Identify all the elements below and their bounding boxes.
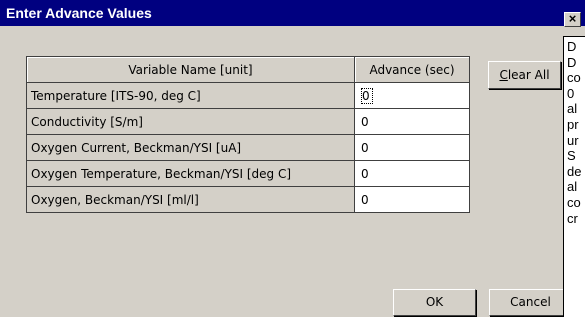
close-button[interactable]: × bbox=[564, 12, 581, 27]
variable-name-cell: Conductivity [S/m] bbox=[26, 108, 355, 135]
advance-value-input[interactable]: 0 bbox=[354, 82, 470, 109]
help-line: 0 bbox=[567, 85, 575, 101]
help-line: D bbox=[567, 54, 577, 70]
advance-value-text: 0 bbox=[361, 87, 373, 104]
help-line: D bbox=[567, 39, 577, 54]
advance-value-input[interactable]: 0 bbox=[354, 108, 470, 135]
help-line: cr bbox=[567, 210, 578, 226]
variable-name-cell: Oxygen, Beckman/YSI [ml/l] bbox=[26, 186, 355, 213]
help-line: S bbox=[567, 148, 576, 164]
variable-name-cell: Oxygen Current, Beckman/YSI [uA] bbox=[26, 134, 355, 161]
help-line: al bbox=[567, 101, 578, 117]
title-bar: Enter Advance Values bbox=[0, 0, 585, 26]
variable-name-cell: Oxygen Temperature, Beckman/YSI [deg C] bbox=[26, 160, 355, 187]
close-icon: × bbox=[568, 11, 577, 26]
help-line: al bbox=[567, 179, 578, 195]
help-panel: D Dco 0 al pr ur Sde al co cr bbox=[563, 36, 585, 317]
column-header-advance: Advance (sec) bbox=[354, 56, 470, 83]
help-line: co bbox=[567, 70, 581, 86]
help-line: de bbox=[567, 163, 582, 179]
help-line: pr bbox=[567, 116, 579, 132]
advance-value-input[interactable]: 0 bbox=[354, 160, 470, 187]
table-row: Temperature [ITS-90, deg C] 0 bbox=[26, 82, 470, 109]
variable-name-cell: Temperature [ITS-90, deg C] bbox=[26, 82, 355, 109]
column-header-variable: Variable Name [unit] bbox=[26, 56, 355, 83]
table-row: Oxygen Current, Beckman/YSI [uA] 0 bbox=[26, 134, 470, 161]
window-title: Enter Advance Values bbox=[6, 5, 152, 21]
advance-value-input[interactable]: 0 bbox=[354, 186, 470, 213]
clear-all-label: lear All bbox=[507, 68, 550, 82]
ok-button[interactable]: OK bbox=[393, 289, 476, 316]
cancel-button[interactable]: Cancel bbox=[489, 289, 572, 316]
table-row: Oxygen Temperature, Beckman/YSI [deg C] … bbox=[26, 160, 470, 187]
clear-all-button[interactable]: Clear All bbox=[488, 61, 561, 89]
advance-table: Variable Name [unit] Advance (sec) Tempe… bbox=[26, 56, 470, 213]
table-row: Oxygen, Beckman/YSI [ml/l] 0 bbox=[26, 186, 470, 213]
table-header-row: Variable Name [unit] Advance (sec) bbox=[26, 56, 470, 83]
dialog-body: Variable Name [unit] Advance (sec) Tempe… bbox=[0, 26, 563, 317]
clear-all-mnemonic: C bbox=[499, 68, 508, 82]
help-line: co bbox=[567, 194, 581, 210]
advance-value-input[interactable]: 0 bbox=[354, 134, 470, 161]
table-row: Conductivity [S/m] 0 bbox=[26, 108, 470, 135]
help-line: ur bbox=[567, 132, 579, 148]
